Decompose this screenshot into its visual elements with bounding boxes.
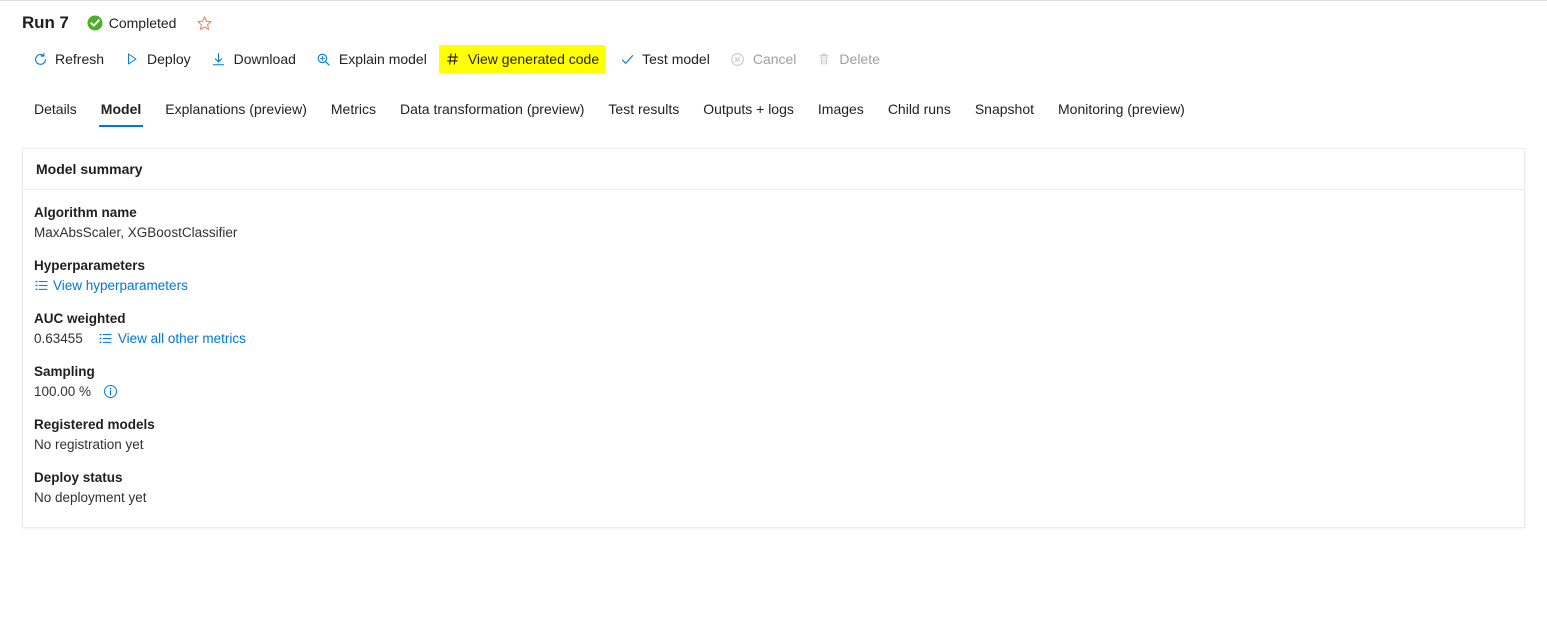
status-badge: Completed	[87, 15, 177, 31]
command-bar: Refresh Deploy Download Explain model Vi…	[24, 45, 892, 73]
cancel-label: Cancel	[752, 51, 797, 67]
view-hyperparameters-link[interactable]: View hyperparameters	[34, 276, 188, 295]
tab-monitoring[interactable]: Monitoring (preview)	[1046, 94, 1197, 124]
auc-weighted-value: 0.63455 View all other metrics	[34, 329, 1511, 348]
tab-label: Explanations (preview)	[165, 101, 307, 117]
algorithm-name-label: Algorithm name	[34, 205, 137, 220]
hyperparameters-value: View hyperparameters	[34, 276, 1511, 295]
tab-label: Model	[100, 101, 142, 117]
registered-models-text: No registration yet	[34, 437, 144, 452]
tab-model[interactable]: Model	[89, 94, 153, 127]
hyperparameters-label: Hyperparameters	[34, 258, 146, 273]
deploy-button[interactable]: Deploy	[116, 45, 199, 73]
view-all-other-metrics-label: View all other metrics	[117, 331, 246, 346]
field-registered-models: Registered models No registration yet	[34, 415, 1511, 454]
page-title: Run 7	[22, 13, 69, 32]
auc-weighted-number: 0.63455	[34, 331, 83, 346]
explain-model-button[interactable]: Explain model	[308, 45, 435, 73]
field-deploy-status: Deploy status No deployment yet	[34, 468, 1511, 507]
model-summary-card: Model summary Algorithm name MaxAbsScale…	[22, 148, 1525, 528]
deploy-status-value: No deployment yet	[34, 488, 1511, 507]
tab-bar: Details Model Explanations (preview) Met…	[22, 94, 1197, 128]
tab-images[interactable]: Images	[806, 94, 876, 124]
tab-child-runs[interactable]: Child runs	[876, 94, 963, 124]
list-icon	[99, 332, 113, 346]
play-triangle-icon	[124, 51, 140, 67]
auc-weighted-label: AUC weighted	[34, 311, 126, 326]
tab-label: Monitoring (preview)	[1058, 101, 1185, 117]
deploy-status-label: Deploy status	[34, 470, 123, 485]
download-button[interactable]: Download	[203, 45, 304, 73]
algorithm-name-value: MaxAbsScaler, XGBoostClassifier	[34, 223, 1511, 242]
test-model-button[interactable]: Test model	[611, 45, 718, 73]
view-generated-code-button[interactable]: View generated code	[438, 45, 606, 73]
run-header: Run 7 Completed	[22, 10, 214, 36]
tab-data-transformation[interactable]: Data transformation (preview)	[388, 94, 596, 124]
field-auc-weighted: AUC weighted 0.63455 View all other metr…	[34, 309, 1511, 348]
refresh-button[interactable]: Refresh	[24, 45, 112, 73]
deploy-label: Deploy	[147, 51, 191, 67]
registered-models-value: No registration yet	[34, 435, 1511, 454]
cancel-circle-icon	[730, 51, 746, 67]
tab-label: Child runs	[887, 101, 951, 117]
tab-metrics[interactable]: Metrics	[319, 94, 388, 124]
info-circle-icon[interactable]	[103, 384, 118, 399]
tab-test-results[interactable]: Test results	[596, 94, 691, 124]
sampling-label: Sampling	[34, 364, 95, 379]
checkmark-icon	[619, 51, 635, 67]
sampling-percent: 100.00 %	[34, 384, 92, 399]
tab-label: Details	[34, 101, 77, 117]
view-all-other-metrics-link[interactable]: View all other metrics	[99, 329, 246, 348]
download-label: Download	[233, 51, 296, 67]
registered-models-label: Registered models	[34, 417, 155, 432]
view-hyperparameters-label: View hyperparameters	[53, 278, 188, 293]
deploy-status-text: No deployment yet	[34, 490, 147, 505]
tab-label: Data transformation (preview)	[400, 101, 585, 117]
cancel-button: Cancel	[722, 45, 805, 73]
model-summary-title: Model summary	[36, 161, 143, 177]
trash-icon	[816, 51, 832, 67]
check-circle-icon	[87, 15, 103, 31]
test-model-label: Test model	[642, 51, 710, 67]
delete-button: Delete	[808, 45, 887, 73]
explain-model-label: Explain model	[338, 51, 427, 67]
delete-label: Delete	[839, 51, 880, 67]
tab-explanations[interactable]: Explanations (preview)	[153, 94, 319, 124]
tab-label: Outputs + logs	[703, 101, 794, 117]
tab-details[interactable]: Details	[22, 94, 89, 124]
model-summary-header: Model summary	[23, 149, 1524, 190]
magnifier-icon	[316, 51, 332, 67]
tab-label: Metrics	[330, 101, 376, 117]
status-label: Completed	[108, 15, 177, 31]
tab-snapshot[interactable]: Snapshot	[963, 94, 1046, 124]
refresh-icon	[32, 51, 48, 67]
algorithm-name-text: MaxAbsScaler, XGBoostClassifier	[34, 225, 238, 240]
tab-label: Images	[817, 101, 864, 117]
sampling-value: 100.00 %	[34, 382, 1511, 401]
field-hyperparameters: Hyperparameters View hyperparameters	[34, 256, 1511, 295]
hash-icon	[445, 51, 461, 67]
list-icon	[34, 279, 48, 293]
download-icon	[211, 51, 227, 67]
star-outline-icon	[197, 15, 212, 30]
tab-label: Snapshot	[974, 101, 1035, 117]
view-generated-code-label: View generated code	[467, 51, 600, 67]
field-algorithm-name: Algorithm name MaxAbsScaler, XGBoostClas…	[34, 203, 1511, 242]
tab-label: Test results	[608, 101, 680, 117]
page-top-divider	[0, 0, 1547, 1]
tab-outputs-logs[interactable]: Outputs + logs	[691, 94, 806, 124]
refresh-label: Refresh	[55, 51, 105, 67]
model-summary-body: Algorithm name MaxAbsScaler, XGBoostClas…	[23, 190, 1524, 527]
favorite-button[interactable]	[194, 13, 214, 33]
field-sampling: Sampling 100.00 %	[34, 362, 1511, 401]
